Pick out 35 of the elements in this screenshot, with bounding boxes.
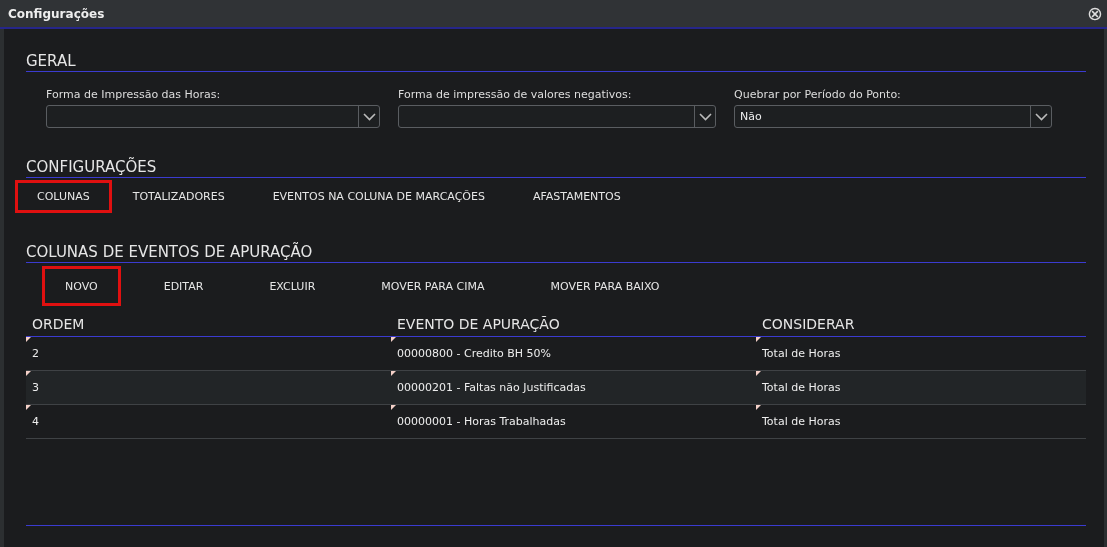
chevron-down-icon — [362, 112, 376, 121]
table-cell: 4 — [26, 404, 391, 439]
dropdown-field[interactable] — [398, 105, 716, 128]
field-label: Forma de Impressão das Horas: — [46, 88, 222, 101]
dropdown-field[interactable] — [46, 105, 380, 128]
toolbar-button[interactable]: EDITAR — [140, 266, 227, 306]
column-header: ORDEM — [26, 314, 391, 337]
field-label: Quebrar por Período do Ponto: — [734, 88, 902, 101]
chevron-down-icon — [698, 112, 712, 121]
column-header: CONSIDERAR — [756, 314, 1086, 337]
section-heading: CONFIGURAÇÕES — [26, 158, 1086, 178]
section-heading: GERAL — [26, 52, 1086, 72]
table-cell: 00000201 - Faltas não Justificadas — [391, 370, 756, 405]
table-cell: 00000800 - Credito BH 50% — [391, 336, 756, 371]
field-label: Forma de impressão de valores negativos: — [398, 88, 633, 101]
toolbar-button[interactable]: MOVER PARA BAIXO — [527, 266, 683, 306]
table-cell: 00000001 - Horas Trabalhadas — [391, 404, 756, 439]
toolbar-button[interactable]: MOVER PARA CIMA — [358, 266, 508, 306]
table-row[interactable]: 2 00000800 - Credito BH 50% Total de Horas — [26, 336, 1086, 371]
table-cell: Total de Horas — [756, 336, 1086, 371]
tab[interactable]: COLUNAS — [15, 180, 112, 213]
table-cell: 3 — [26, 370, 391, 405]
table-cell: Total de Horas — [756, 370, 1086, 405]
table-cell: 2 — [26, 336, 391, 371]
chevron-down-icon — [1034, 112, 1048, 121]
close-button[interactable]: ⊗ — [1087, 4, 1103, 23]
column-header: EVENTO DE APURAÇÃO — [391, 314, 756, 337]
toolbar-button[interactable]: EXCLUIR — [246, 266, 339, 306]
section-heading: COLUNAS DE EVENTOS DE APURAÇÃO — [26, 243, 1086, 263]
table-row[interactable]: 4 00000001 - Horas Trabalhadas Total de Horas — [26, 404, 1086, 439]
window-title: Configurações — [8, 6, 105, 21]
table-row[interactable]: 3 00000201 - Faltas não Justificadas Total de Horas — [26, 370, 1086, 405]
table-cell: Total de Horas — [756, 404, 1086, 439]
toolbar-button[interactable]: NOVO — [42, 266, 121, 306]
dropdown-field[interactable]: Não — [734, 105, 1052, 128]
